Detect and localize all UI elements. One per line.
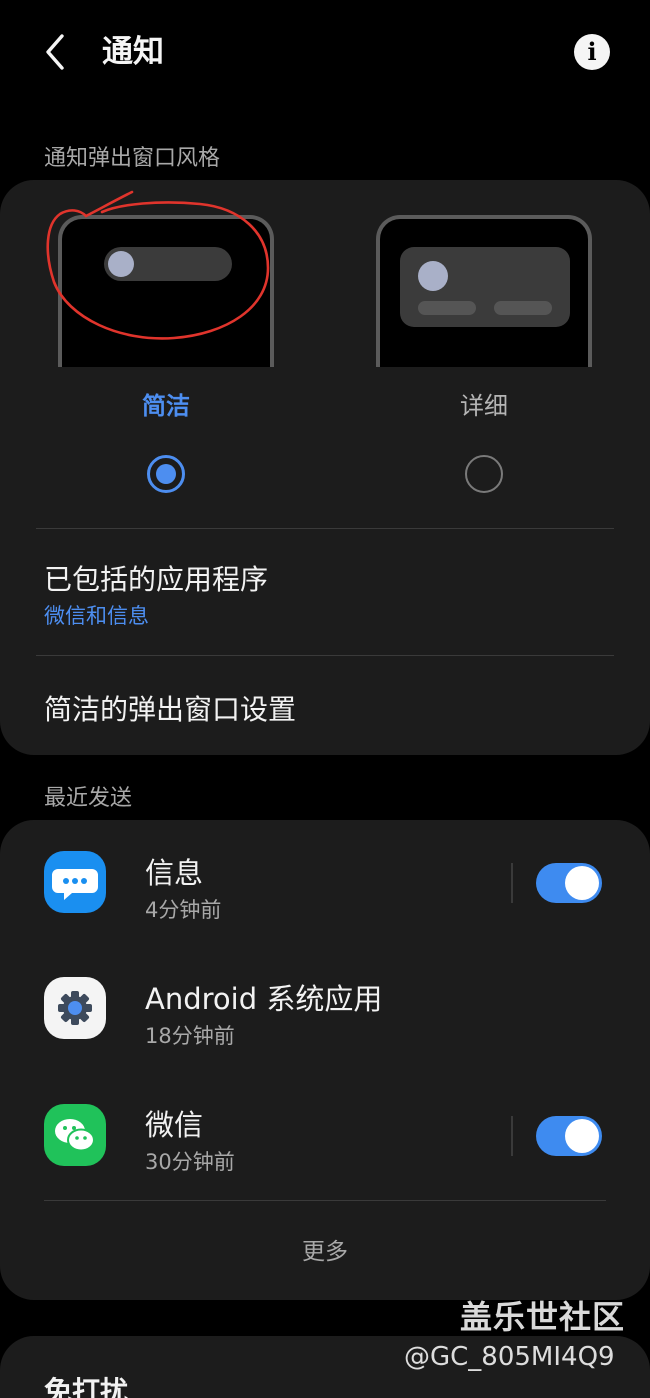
gear-icon [58,991,92,1025]
wechat-icon [55,1119,95,1152]
wechat-app-icon [44,1104,106,1166]
text-placeholder-bar [418,301,476,315]
included-apps-title[interactable]: 已包括的应用程序 [44,558,268,598]
divider [36,528,614,529]
messages-app-icon [44,851,106,913]
vertical-separator [511,863,513,903]
more-button[interactable]: 更多 [0,1232,650,1266]
app-time-messages: 4分钟前 [145,898,222,922]
info-icon: i [587,37,597,66]
do-not-disturb-title[interactable]: 免打扰 [44,1370,128,1398]
detail-style-preview[interactable] [376,215,592,367]
info-button[interactable]: i [574,34,610,70]
popup-style-card: 简洁 详细 已包括的应用程序 微信和信息 简洁的弹出窗口设置 [0,180,650,755]
included-apps-value: 微信和信息 [44,604,149,628]
app-name-messages[interactable]: 信息 [145,850,203,892]
watermark-user: @GC_805MI4Q9 [404,1342,615,1372]
radio-detail[interactable] [465,455,503,493]
option-brief-label[interactable]: 简洁 [96,386,236,421]
text-placeholder-bar [494,301,552,315]
section-label-popup-style: 通知弹出窗口风格 [44,146,221,171]
brief-popup-settings[interactable]: 简洁的弹出窗口设置 [44,688,296,728]
avatar-dot [418,261,448,291]
top-app-bar: 通知 i [0,0,650,110]
divider [44,1200,606,1201]
toggle-messages[interactable] [536,863,602,903]
watermark-community: 盖乐世社区 [460,1298,626,1336]
toggle-wechat[interactable] [536,1116,602,1156]
detail-popup-box [400,247,570,327]
android-system-app-icon [44,977,106,1039]
back-button[interactable] [34,30,78,74]
option-detail-label[interactable]: 详细 [414,386,554,421]
section-label-recent: 最近发送 [44,786,133,811]
page-title: 通知 [102,34,164,70]
recent-apps-card: 信息 4分钟前 Android 系统应用 18分钟前 微信 30分钟前 更多 [0,820,650,1300]
radio-brief[interactable] [147,455,185,493]
divider [36,655,614,656]
red-annotation-circle [46,190,270,340]
chevron-left-icon [46,34,64,70]
vertical-separator [511,1116,513,1156]
app-name-android-system[interactable]: Android 系统应用 [145,976,382,1018]
app-time-wechat: 30分钟前 [145,1150,235,1174]
app-time-android-system: 18分钟前 [145,1024,235,1048]
chat-bubble-icon [52,869,98,900]
app-name-wechat[interactable]: 微信 [145,1102,203,1144]
